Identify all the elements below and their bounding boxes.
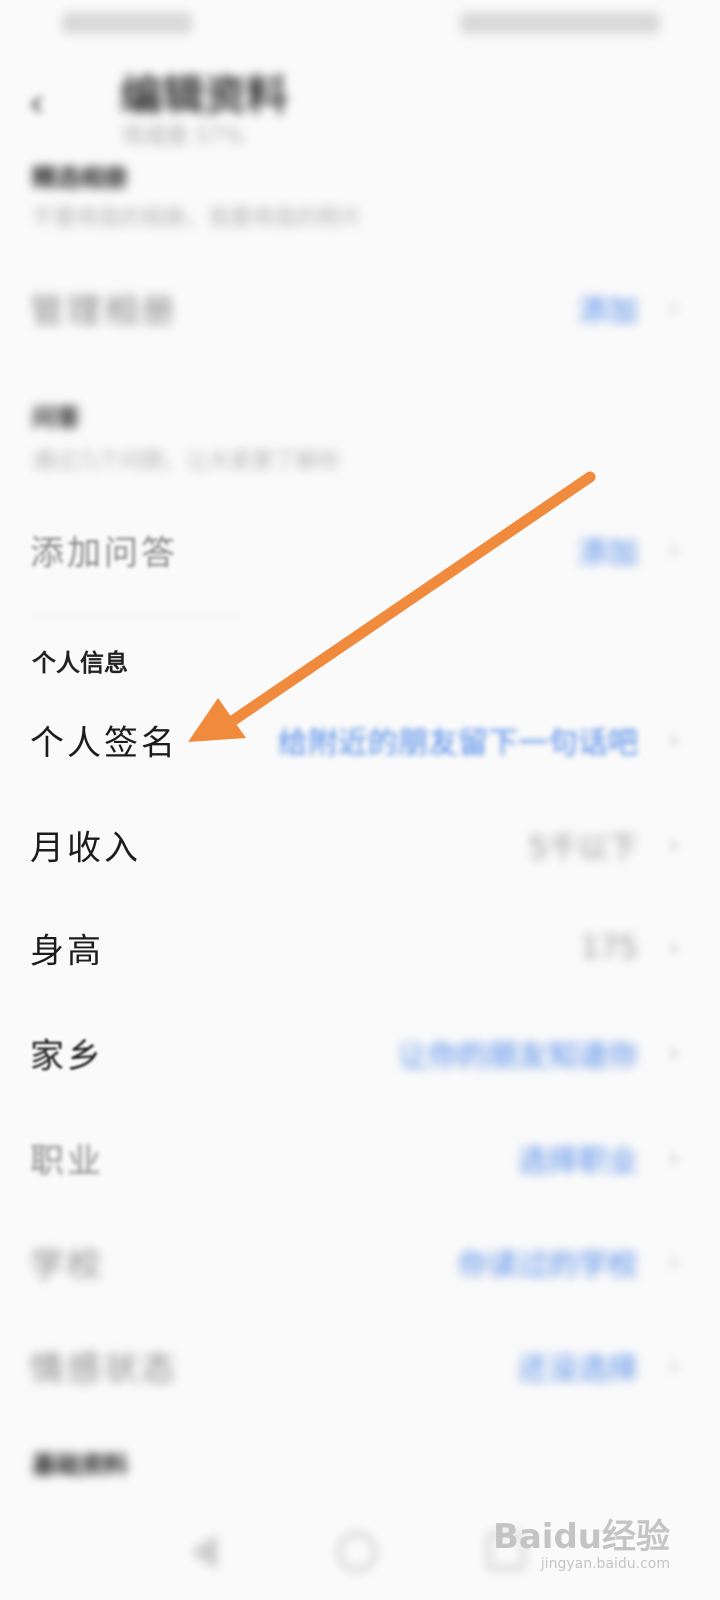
row-hometown[interactable]: 家乡 让你的朋友知道你 › — [0, 1003, 720, 1103]
watermark-url: jingyan.baidu.com — [540, 1556, 670, 1572]
row-manage-album[interactable]: 管理相册 添加 › — [0, 258, 720, 358]
back-arrow-icon[interactable]: ‹ — [28, 78, 78, 128]
section-label-qa: 问答 — [32, 403, 80, 432]
row-occupation[interactable]: 职业 选择职业 › — [0, 1108, 720, 1208]
chevron-right-icon: › — [668, 1244, 680, 1280]
row-height[interactable]: 身高 175 › — [0, 898, 720, 998]
row-label: 身高 — [30, 931, 104, 972]
row-label: 学校 — [30, 1245, 104, 1286]
section-hint-qa: 通过几个问题，让大家更了解你 — [32, 449, 341, 474]
section-hint-photos: 不要用我的相册，我要用我的照片 — [32, 206, 363, 231]
watermark-logo: Baidu经验 — [492, 1517, 670, 1557]
chevron-right-icon: › — [668, 1140, 680, 1176]
row-value: 给附近的朋友留下一句话吧 — [278, 726, 638, 761]
page-subtitle: 完成度 57% — [122, 124, 244, 149]
row-label: 职业 — [30, 1141, 104, 1182]
chevron-right-icon: › — [668, 1035, 680, 1071]
page-title: 编辑资料 — [120, 71, 289, 120]
chevron-right-icon: › — [668, 930, 680, 966]
signal-status-icon — [62, 12, 192, 34]
row-label: 管理相册 — [30, 291, 178, 332]
row-value: 添加 — [578, 294, 638, 329]
divider — [30, 615, 240, 616]
chevron-right-icon: › — [668, 532, 680, 568]
row-value: 还没选择 — [518, 1352, 638, 1387]
row-value: 5千以下 — [528, 831, 638, 866]
row-value: 你读过的学校 — [458, 1248, 638, 1283]
nav-back-icon[interactable] — [185, 1532, 225, 1572]
baidu-jingyan-watermark: Baidu经验 jingyan.baidu.com — [493, 1509, 670, 1572]
chevron-right-icon: › — [668, 1348, 680, 1384]
row-school[interactable]: 学校 你读过的学校 › — [0, 1212, 720, 1312]
row-signature[interactable]: 个人签名 给附近的朋友留下一句话吧 › — [0, 690, 720, 790]
row-label: 家乡 — [30, 1036, 104, 1077]
row-label: 添加问答 — [30, 533, 178, 574]
nav-home-icon[interactable] — [335, 1532, 377, 1572]
section-label-photos: 精选相册 — [32, 163, 128, 192]
section-label-basic: 基础资料 — [32, 1450, 128, 1479]
row-value: 添加 — [578, 536, 638, 571]
row-value: 选择职业 — [518, 1144, 638, 1179]
row-value: 让你的朋友知道你 — [398, 1039, 638, 1074]
row-relationship[interactable]: 情感状态 还没选择 › — [0, 1316, 720, 1416]
row-label: 个人签名 — [30, 723, 178, 764]
status-bar — [0, 0, 720, 50]
row-label: 情感状态 — [30, 1349, 178, 1390]
row-label: 月收入 — [30, 828, 141, 869]
chevron-right-icon: › — [668, 722, 680, 758]
row-monthly-income[interactable]: 月收入 5千以下 › — [0, 795, 720, 895]
battery-time-status — [460, 12, 660, 34]
row-add-qa[interactable]: 添加问答 添加 › — [0, 500, 720, 600]
section-label-personal: 个人信息 — [32, 648, 128, 677]
row-value: 175 — [580, 930, 638, 966]
chevron-right-icon: › — [668, 827, 680, 863]
chevron-right-icon: › — [668, 290, 680, 326]
